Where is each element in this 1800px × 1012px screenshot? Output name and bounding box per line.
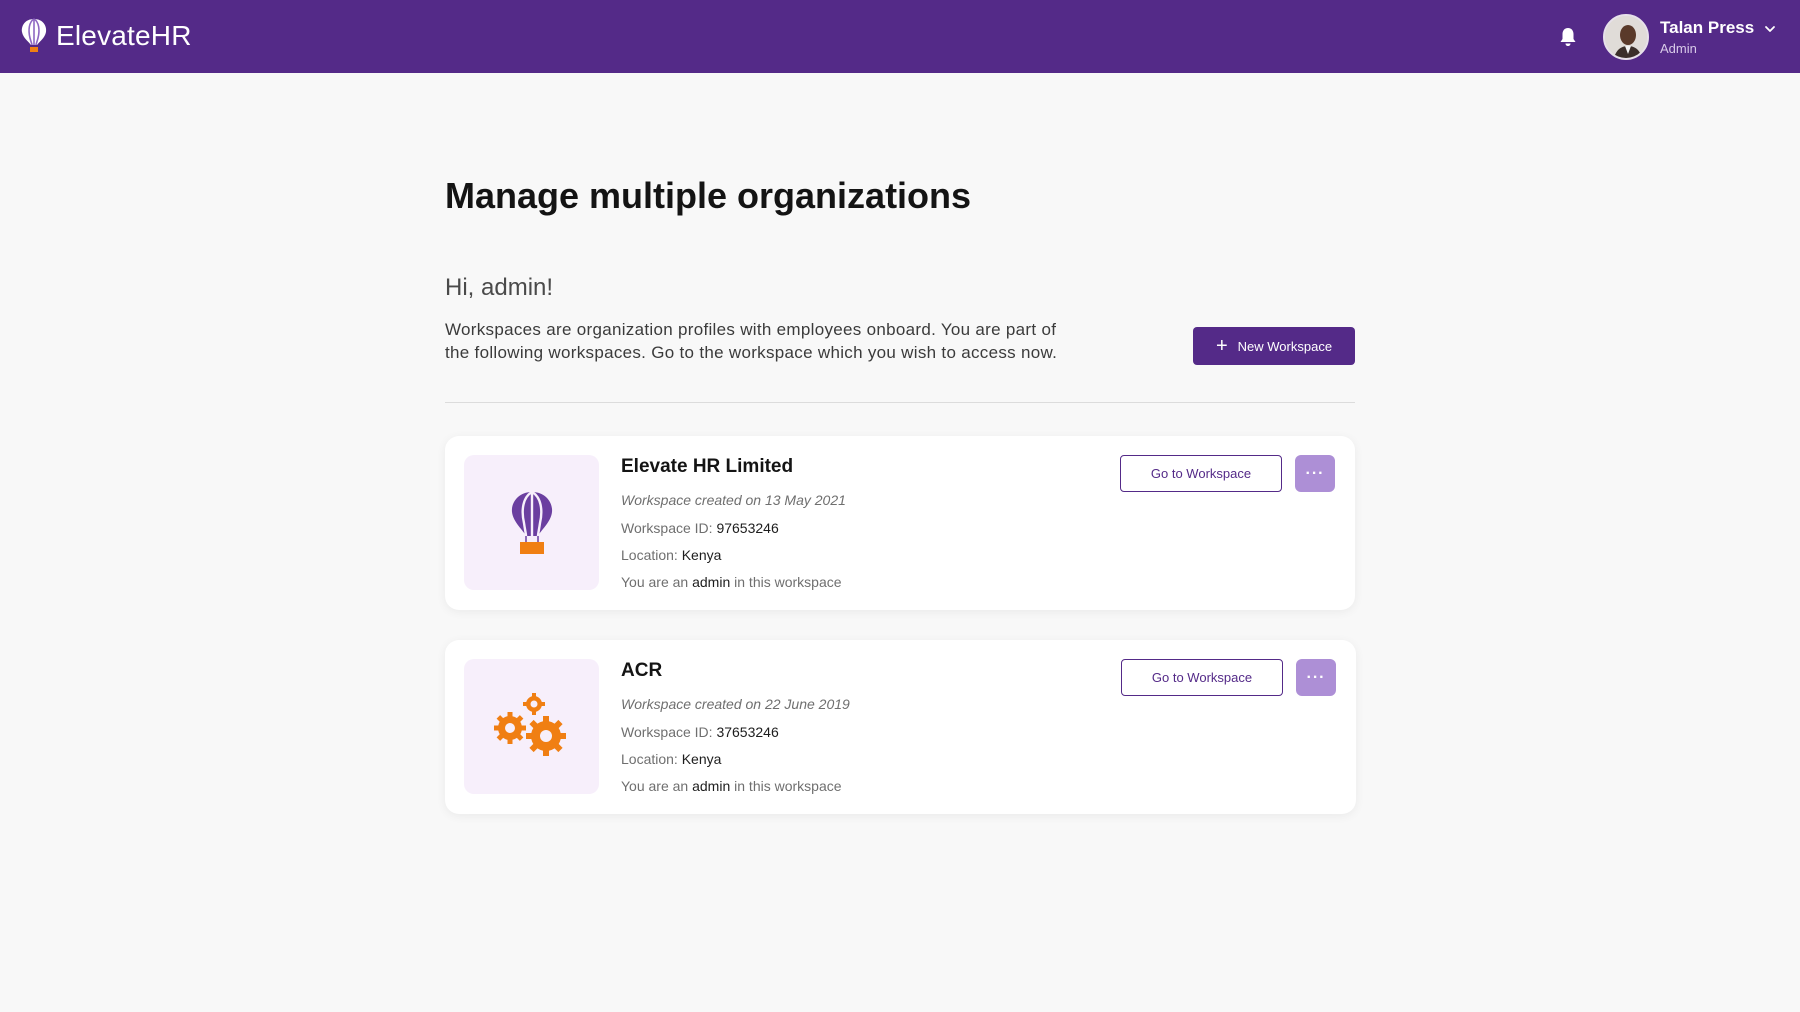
workspace-name: Elevate HR Limited <box>621 456 794 477</box>
brand[interactable]: ElevateHR <box>20 18 192 54</box>
balloon-icon <box>21 18 47 52</box>
avatar[interactable] <box>1603 14 1649 60</box>
more-options-button[interactable]: ··· <box>1295 455 1335 492</box>
intro-text: Workspaces are organization profiles wit… <box>445 318 1085 364</box>
workspace-location: Location: Kenya <box>621 751 722 767</box>
workspace-location: Location: Kenya <box>621 547 722 563</box>
chevron-down-icon <box>1764 25 1775 32</box>
bell-icon[interactable] <box>1556 25 1580 49</box>
workspace-id: Workspace ID: 37653246 <box>621 724 779 740</box>
workspace-logo <box>464 455 599 590</box>
new-workspace-label: New Workspace <box>1237 338 1333 354</box>
brand-name: ElevateHR <box>56 20 192 51</box>
page-title: Manage multiple organizations <box>445 175 972 216</box>
new-workspace-button[interactable]: + New Workspace <box>1193 327 1355 365</box>
go-to-workspace-button[interactable]: Go to Workspace <box>1121 659 1283 696</box>
workspace-id: Workspace ID: 97653246 <box>621 520 779 536</box>
more-options-button[interactable]: ··· <box>1296 659 1336 696</box>
go-to-workspace-button[interactable]: Go to Workspace <box>1120 455 1282 492</box>
user-role: Admin <box>1660 41 1697 56</box>
workspace-card: ACR Workspace created on 22 June 2019 Wo… <box>445 640 1356 814</box>
workspace-card: Elevate HR Limited Workspace created on … <box>445 436 1355 610</box>
gears-icon <box>493 692 566 756</box>
divider <box>445 402 1355 403</box>
workspace-role: You are an admin in this workspace <box>621 778 842 794</box>
workspace-name: ACR <box>621 660 663 681</box>
intro-line-2: the following workspaces. Go to the work… <box>445 343 1058 362</box>
plus-icon: + <box>1215 335 1228 357</box>
balloon-icon <box>511 490 552 554</box>
workspace-created: Workspace created on 22 June 2019 <box>621 696 850 712</box>
workspace-role: You are an admin in this workspace <box>621 574 842 590</box>
top-nav-bar: ElevateHR Talan Press Admin <box>0 0 1800 73</box>
workspace-created: Workspace created on 13 May 2021 <box>621 492 846 508</box>
intro-line-1: Workspaces are organization profiles wit… <box>445 320 1057 339</box>
user-menu[interactable]: Talan Press Admin <box>1660 18 1777 56</box>
avatar-portrait-icon <box>1605 16 1647 58</box>
workspace-logo <box>464 659 599 794</box>
greeting: Hi, admin! <box>445 274 554 301</box>
user-name: Talan Press <box>1660 18 1755 37</box>
